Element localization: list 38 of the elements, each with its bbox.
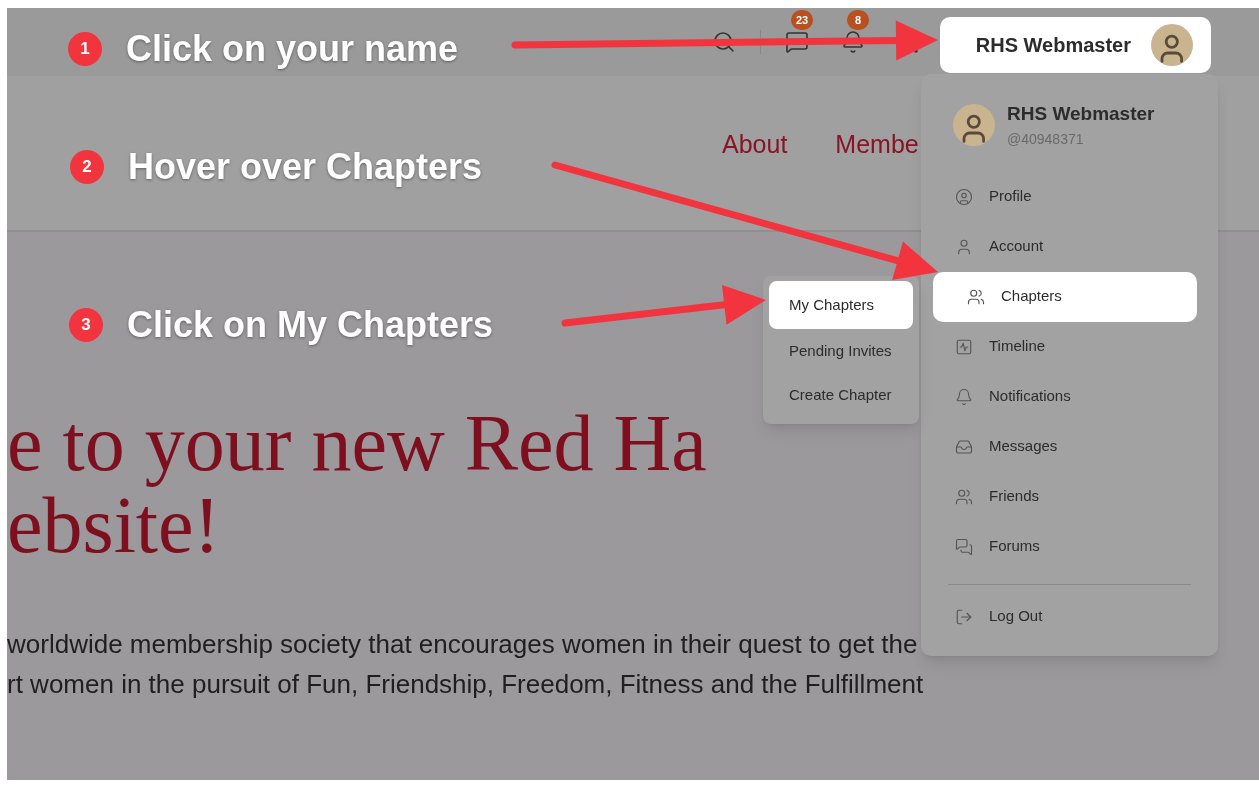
- avatar: [1151, 24, 1193, 66]
- step-instruction: Hover over Chapters: [128, 145, 483, 189]
- avatar: [953, 103, 995, 146]
- count-badge: 8: [847, 10, 869, 30]
- user-icon: [955, 237, 973, 256]
- bell-icon: [955, 387, 973, 406]
- step-instruction: Click on your name: [126, 27, 459, 71]
- submenu-item[interactable]: Create Chapter: [769, 373, 913, 417]
- user-circle-icon: [955, 187, 973, 206]
- search-icon[interactable]: [712, 30, 736, 54]
- nav-link[interactable]: About: [722, 126, 788, 164]
- submenu-item[interactable]: Pending Invites: [769, 329, 913, 373]
- menu-item[interactable]: Profile: [921, 171, 1218, 222]
- count-badge: 23: [791, 10, 813, 30]
- step-instruction: Click on My Chapters: [127, 303, 494, 347]
- menu-item[interactable]: Timeline: [921, 321, 1218, 372]
- menu-item[interactable]: Friends: [921, 471, 1218, 522]
- user-name: RHS Webmaster: [1007, 102, 1155, 126]
- logout-icon: [955, 607, 973, 626]
- submenu-item[interactable]: My Chapters: [769, 281, 913, 329]
- nav-link[interactable]: Membe: [835, 126, 919, 164]
- menu-item[interactable]: Notifications: [921, 371, 1218, 422]
- menu-item[interactable]: Chapters: [933, 271, 1197, 322]
- intro-text: rt women in the pursuit of Fun, Friendship, Freedom, Fitness and the Fulfillment: [7, 668, 924, 701]
- intro-text: worldwide membership society that encourages women in their quest to get the: [7, 628, 918, 661]
- menu-item[interactable]: Log Out: [921, 588, 1218, 645]
- group-icon: [967, 287, 985, 306]
- inbox-icon: [955, 437, 973, 456]
- user-handle: @40948371: [1007, 129, 1085, 149]
- user-name-button[interactable]: RHS Webmaster: [940, 17, 1211, 73]
- menu-item[interactable]: Account: [921, 221, 1218, 272]
- bell-icon[interactable]: [841, 30, 865, 54]
- chat-bubbles-icon: [955, 537, 973, 556]
- activity-icon: [955, 337, 973, 356]
- chat-icon[interactable]: [785, 30, 809, 54]
- menu-item[interactable]: Forums: [921, 521, 1218, 572]
- menu-item[interactable]: Messages: [921, 421, 1218, 472]
- people-icon: [955, 487, 973, 506]
